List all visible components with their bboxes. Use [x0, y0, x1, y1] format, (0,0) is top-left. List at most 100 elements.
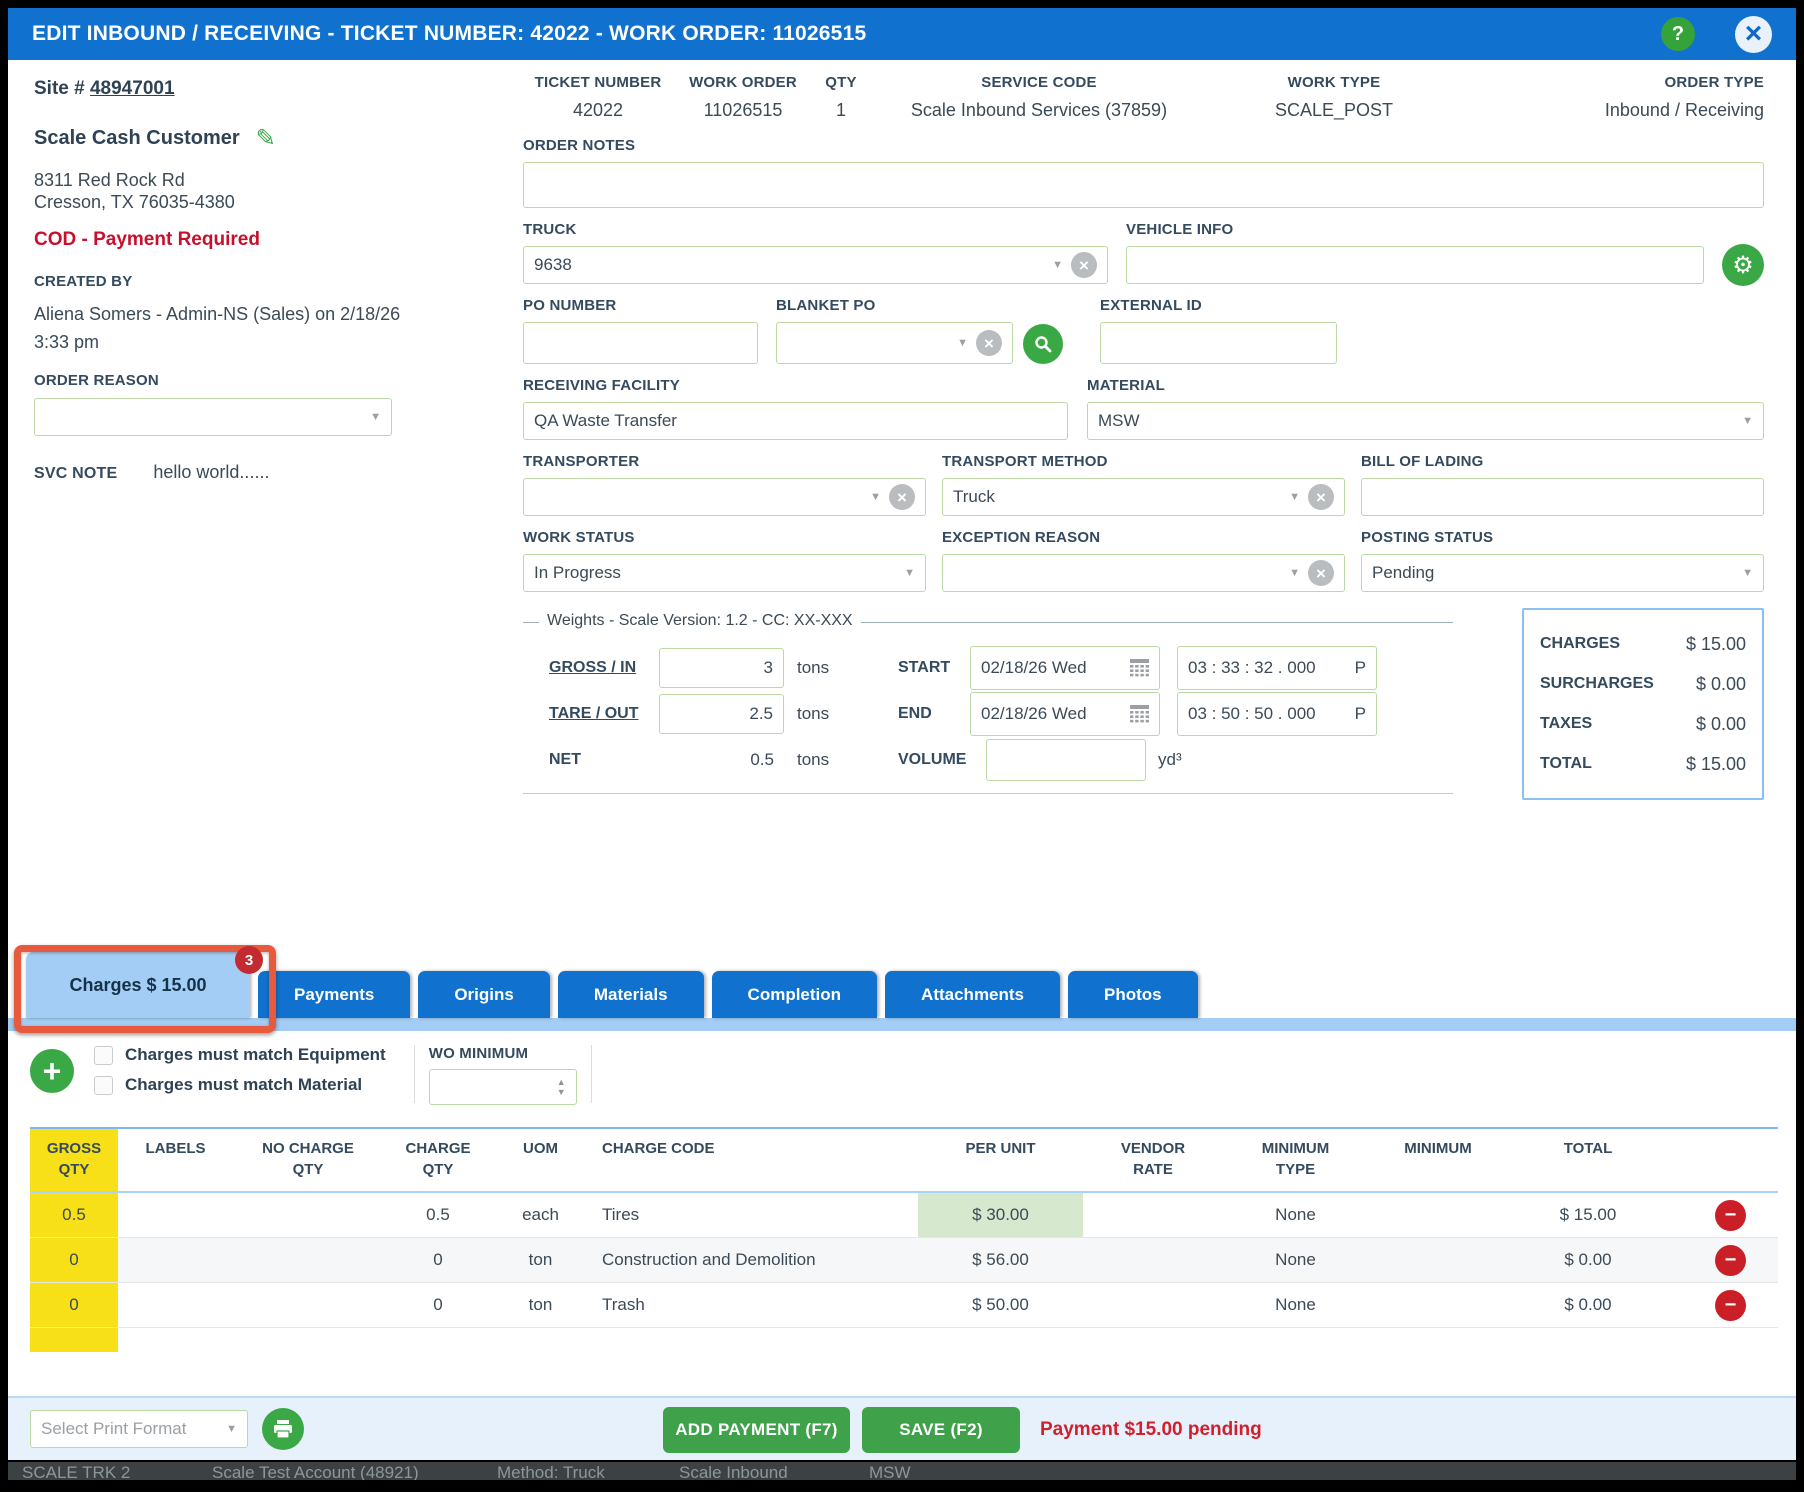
add-payment-button[interactable]: ADD PAYMENT (F7) [663, 1407, 850, 1453]
ticket-number-value: 42022 [572, 100, 624, 120]
transport-method-select[interactable]: Truck ▼ × [942, 478, 1345, 516]
start-date-input[interactable]: 02/18/26 Wed [970, 646, 1160, 690]
cell-minimum-type: None [1275, 1295, 1316, 1314]
add-charge-button[interactable]: + [30, 1049, 74, 1093]
po-number-input[interactable] [523, 322, 758, 364]
print-format-select[interactable]: Select Print Format ▼ [30, 1410, 248, 1448]
tab-completion[interactable]: Completion [711, 971, 878, 1018]
charges-count-badge: 3 [235, 946, 263, 974]
svc-note-label: SVC NOTE [34, 465, 118, 482]
cell-charge-qty: 0 [433, 1250, 443, 1269]
calendar-icon[interactable] [1130, 705, 1149, 723]
external-id-input[interactable] [1100, 322, 1337, 364]
transporter-select[interactable]: ▼ × [523, 478, 926, 516]
edit-pencil-icon[interactable]: ✎ [256, 124, 276, 153]
chevron-down-icon: ▼ [226, 1423, 237, 1435]
header-no-charge-qty: NO CHARGE QTY [262, 1140, 354, 1178]
bg-service: Scale Inbound [679, 1463, 788, 1480]
bill-of-lading-label: BILL OF LADING [1361, 453, 1484, 470]
tare-out-link[interactable]: TARE / OUT [549, 705, 659, 723]
end-time-input[interactable]: 03 : 50 : 50 . 000 P [1177, 692, 1377, 736]
plus-icon: + [42, 1052, 62, 1089]
exception-reason-select[interactable]: ▼ × [942, 554, 1345, 592]
calendar-icon[interactable] [1130, 659, 1149, 677]
end-date-value: 02/18/26 Wed [981, 704, 1087, 723]
spinner-up-icon[interactable]: ▲ [557, 1077, 566, 1087]
cell-per-unit-highlighted: $ 30.00 [918, 1193, 1083, 1237]
order-reason-select[interactable]: ▼ [34, 398, 392, 436]
match-equipment-checkbox[interactable] [94, 1045, 113, 1065]
taxes-total-value: $ 0.00 [1695, 713, 1746, 734]
tab-payments[interactable]: Payments [258, 971, 411, 1018]
clear-truck-icon[interactable]: × [1071, 252, 1097, 278]
material-select[interactable]: MSW ▼ [1087, 402, 1764, 440]
cell-minimum [1368, 1193, 1508, 1237]
background-grid-row: SCALE TRK 2 Scale Test Account (48921) M… [8, 1462, 1796, 1480]
charges-panel: + Charges must match Equipment Charges m… [8, 1031, 1796, 1396]
bill-of-lading-input[interactable] [1361, 478, 1764, 516]
help-icon[interactable]: ? [1661, 17, 1695, 51]
charge-row-tires[interactable]: 0.5 0.5 each Tires $ 30.00 None $ 15.00 … [30, 1193, 1778, 1238]
clear-transport-method-icon[interactable]: × [1308, 484, 1334, 510]
blanket-po-search-button[interactable] [1023, 324, 1063, 364]
charges-total-row: CHARGES $ 15.00 [1540, 624, 1746, 664]
vehicle-info-input[interactable] [1126, 246, 1704, 284]
wo-minimum-stepper[interactable]: ▲ ▼ [428, 1069, 577, 1105]
charge-row-trash[interactable]: 0 0 ton Trash $ 50.00 None $ 0.00 − [30, 1283, 1778, 1328]
start-date-value: 02/18/26 Wed [981, 658, 1087, 677]
gross-weight-input[interactable]: 3 [659, 648, 784, 688]
clear-blanket-po-icon[interactable]: × [976, 330, 1002, 356]
match-material-option[interactable]: Charges must match Material [94, 1075, 386, 1095]
gross-in-link[interactable]: GROSS / IN [549, 659, 659, 677]
gross-qty-highlight-overlay [30, 1328, 118, 1352]
taxes-total-label: TAXES [1540, 715, 1593, 732]
truck-label: TRUCK [523, 221, 577, 238]
surcharges-total-value: $ 0.00 [1695, 673, 1746, 694]
start-time-value: 03 : 33 : 32 . 000 [1188, 658, 1316, 677]
tab-materials[interactable]: Materials [557, 971, 704, 1018]
taxes-total-row: TAXES $ 0.00 [1540, 704, 1746, 744]
work-status-select[interactable]: In Progress ▼ [523, 554, 926, 592]
charges-total-label: CHARGES [1540, 635, 1621, 652]
truck-select[interactable]: 9638 ▼ × [523, 246, 1108, 284]
close-icon[interactable]: × [1735, 15, 1772, 53]
clear-exception-reason-icon[interactable]: × [1308, 560, 1334, 586]
blanket-po-select[interactable]: ▼ × [776, 322, 1013, 364]
delete-charge-icon[interactable]: − [1715, 1289, 1746, 1321]
site-number-link[interactable]: 48947001 [90, 78, 175, 99]
tab-attachments[interactable]: Attachments [885, 971, 1061, 1018]
chevron-down-icon: ▼ [1742, 567, 1753, 579]
print-button[interactable] [262, 1408, 304, 1450]
payment-pending-status: Payment $15.00 pending [1040, 1419, 1262, 1440]
charge-row-construction-demolition[interactable]: 0 0 ton Construction and Demolition $ 56… [30, 1238, 1778, 1283]
tab-photos[interactable]: Photos [1068, 971, 1198, 1018]
delete-charge-icon[interactable]: − [1715, 1244, 1746, 1276]
tab-origins[interactable]: Origins [418, 971, 550, 1018]
cell-uom: ton [528, 1250, 553, 1269]
volume-input[interactable] [986, 739, 1146, 781]
cell-total: $ 0.00 [1564, 1250, 1612, 1269]
clear-transporter-icon[interactable]: × [889, 484, 915, 510]
header-labels: LABELS [145, 1140, 206, 1157]
chevron-down-icon: ▼ [1742, 415, 1753, 427]
vehicle-settings-button[interactable]: ⚙ [1722, 244, 1764, 286]
spinner-down-icon[interactable]: ▼ [557, 1087, 566, 1097]
match-material-checkbox[interactable] [94, 1075, 113, 1095]
order-notes-input[interactable] [523, 162, 1764, 208]
tab-charges[interactable]: Charges $ 15.00 3 [26, 946, 263, 1018]
tab-attachments-label: Attachments [921, 984, 1025, 1004]
tare-weight-input[interactable]: 2.5 [659, 694, 784, 734]
material-value: MSW [1098, 411, 1140, 430]
cell-minimum-type: None [1275, 1205, 1316, 1224]
cell-vendor-rate [1083, 1193, 1223, 1237]
delete-charge-icon[interactable]: − [1715, 1199, 1746, 1231]
start-time-input[interactable]: 03 : 33 : 32 . 000 P [1177, 646, 1377, 690]
end-date-input[interactable]: 02/18/26 Wed [970, 692, 1160, 736]
posting-status-select[interactable]: Pending ▼ [1361, 554, 1764, 592]
cell-charge-qty: 0.5 [426, 1205, 450, 1224]
receiving-facility-input[interactable]: QA Waste Transfer [523, 402, 1068, 440]
match-equipment-option[interactable]: Charges must match Equipment [94, 1045, 386, 1065]
bg-material: MSW [869, 1463, 911, 1480]
save-button[interactable]: SAVE (F2) [862, 1407, 1020, 1453]
modal-title: EDIT INBOUND / RECEIVING - TICKET NUMBER… [32, 22, 867, 45]
